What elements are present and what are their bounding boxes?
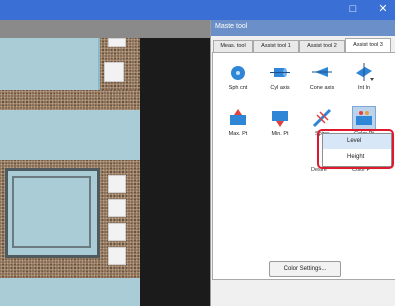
tool-sphere-center[interactable]: Sph cnt <box>221 61 255 99</box>
image-viewer[interactable] <box>0 20 210 306</box>
dark-region <box>140 38 210 306</box>
cylinder-axis-icon <box>270 68 290 77</box>
color-point-icon <box>352 106 376 130</box>
tab-meas-tool[interactable]: Meas. tool <box>213 40 253 52</box>
max-point-icon <box>230 109 246 125</box>
tab-assist-tool-1[interactable]: Assist tool 1 <box>253 40 299 52</box>
light-region <box>0 278 140 306</box>
panel-header: Maste tool <box>211 20 395 36</box>
spine-icon <box>312 108 332 128</box>
intersection-line-icon <box>356 63 374 81</box>
tool-cone-axis[interactable]: Cone axis <box>305 61 339 99</box>
window-title-bar: □ ✕ <box>0 0 395 20</box>
tool-label: Max. Pt <box>228 131 248 137</box>
tool-intersection-line[interactable]: Int ln <box>347 61 381 99</box>
tool-cylinder-axis[interactable]: Cyl axis <box>263 61 297 99</box>
tool-label: Cyl axis <box>270 85 290 91</box>
pad <box>108 247 126 265</box>
tab-assist-tool-3[interactable]: Assist tool 3 <box>345 38 391 53</box>
pad <box>108 38 126 47</box>
pad <box>108 199 126 217</box>
tab-strip: Meas. tool Assist tool 1 Assist tool 2 A… <box>211 38 395 53</box>
pad <box>108 223 126 241</box>
close-icon[interactable]: ✕ <box>376 2 390 16</box>
cone-axis-icon <box>312 67 332 77</box>
color-settings-button[interactable]: Color Settings... <box>269 261 341 277</box>
tool-max-point[interactable]: Max. Pt <box>221 107 255 145</box>
light-region <box>0 38 98 90</box>
tab-assist-tool-2[interactable]: Assist tool 2 <box>299 40 345 52</box>
tool-min-point[interactable]: Min. Pt <box>263 107 297 145</box>
tool-label: Sph cnt <box>228 85 248 91</box>
light-region <box>0 110 140 160</box>
panel-title: Maste tool <box>215 23 248 30</box>
pad <box>108 175 126 193</box>
min-point-icon <box>272 111 288 127</box>
pad <box>104 62 124 82</box>
highlight-frame <box>317 129 394 169</box>
viewer-header-strip <box>0 20 210 38</box>
square-frame <box>12 176 91 248</box>
restore-icon[interactable]: □ <box>346 2 360 16</box>
tool-label: Cone axis <box>309 85 335 91</box>
tool-label: Int ln <box>358 85 370 91</box>
tool-label: Min. Pt <box>271 131 289 137</box>
sphere-center-icon <box>231 66 245 80</box>
texture-band <box>0 90 140 110</box>
